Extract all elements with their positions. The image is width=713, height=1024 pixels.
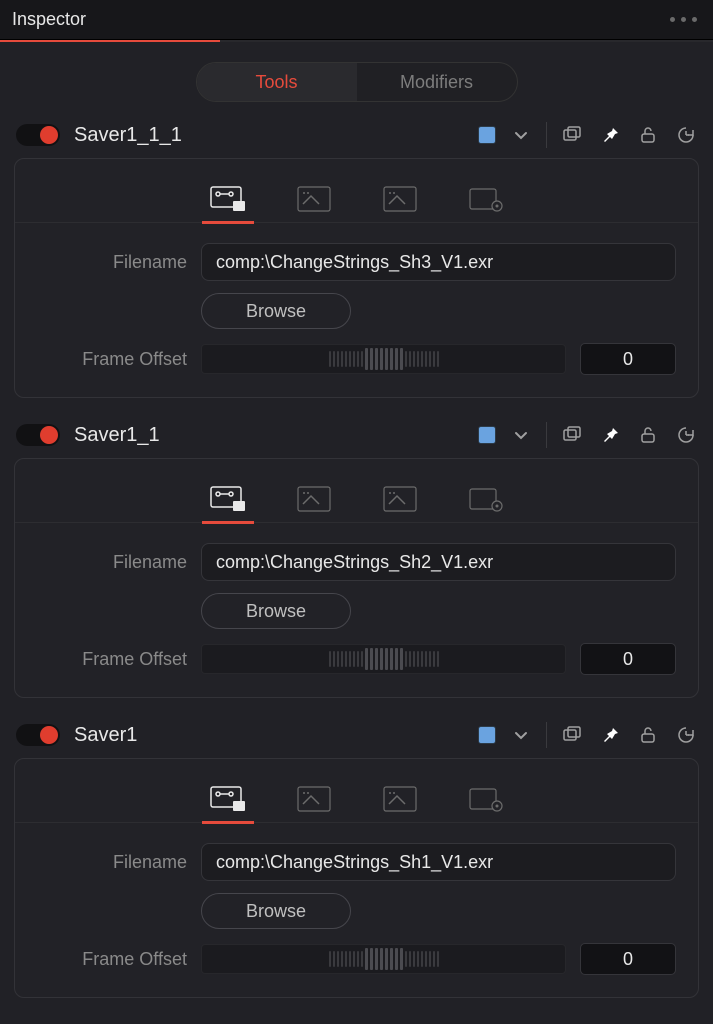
reset-icon[interactable] (673, 122, 699, 148)
frame-offset-label: Frame Offset (37, 649, 187, 670)
frame-offset-input[interactable] (580, 343, 676, 375)
subtab-audio-icon[interactable] (288, 175, 340, 223)
node-name[interactable]: Saver1 (74, 724, 464, 747)
pin-icon[interactable] (597, 122, 623, 148)
frame-offset-label: Frame Offset (37, 349, 187, 370)
browse-button[interactable]: Browse (201, 893, 351, 929)
browse-button[interactable]: Browse (201, 293, 351, 329)
tab-modifiers[interactable]: Modifiers (357, 63, 517, 101)
subtab-audio-icon[interactable] (288, 475, 340, 523)
subtab-export-icon[interactable] (374, 775, 426, 823)
subtab-settings-icon[interactable] (460, 175, 512, 223)
node-saver1_1: Saver1_1 Filename Browse Frame Offset (0, 412, 713, 712)
frame-offset-thumbwheel[interactable] (201, 944, 566, 974)
subtab-file-icon[interactable] (202, 775, 254, 823)
panel-options-button[interactable] (670, 17, 697, 22)
node-saver1: Saver1 Filename Browse Frame Offset (0, 712, 713, 1012)
frame-offset-thumbwheel[interactable] (201, 644, 566, 674)
reset-icon[interactable] (673, 422, 699, 448)
lock-icon[interactable] (635, 722, 661, 748)
frame-offset-label: Frame Offset (37, 949, 187, 970)
frame-offset-input[interactable] (580, 943, 676, 975)
tile-color-chip[interactable] (478, 726, 496, 744)
subtab-settings-icon[interactable] (460, 475, 512, 523)
versions-icon[interactable] (559, 722, 585, 748)
node-saver1_1_1: Saver1_1_1 (0, 112, 713, 412)
tile-color-chip[interactable] (478, 426, 496, 444)
separator (546, 122, 547, 148)
versions-icon[interactable] (559, 122, 585, 148)
pin-icon[interactable] (597, 422, 623, 448)
node-name[interactable]: Saver1_1_1 (74, 124, 464, 147)
panel-title: Inspector (12, 9, 86, 30)
frame-offset-thumbwheel[interactable] (201, 344, 566, 374)
subtab-file-icon[interactable] (202, 175, 254, 223)
browse-button[interactable]: Browse (201, 593, 351, 629)
subtab-export-icon[interactable] (374, 175, 426, 223)
inspector-subtabs (15, 459, 698, 523)
pin-icon[interactable] (597, 722, 623, 748)
enable-toggle[interactable] (16, 424, 60, 446)
enable-toggle[interactable] (16, 124, 60, 146)
filename-label: Filename (37, 252, 187, 273)
panel-titlebar: Inspector (0, 0, 713, 40)
versions-icon[interactable] (559, 422, 585, 448)
subtab-file-icon[interactable] (202, 475, 254, 523)
lock-icon[interactable] (635, 422, 661, 448)
tab-tools[interactable]: Tools (197, 63, 357, 101)
lock-icon[interactable] (635, 122, 661, 148)
chevron-down-icon[interactable] (508, 722, 534, 748)
chevron-down-icon[interactable] (508, 422, 534, 448)
subtab-export-icon[interactable] (374, 475, 426, 523)
filename-input[interactable] (201, 543, 676, 581)
separator (546, 722, 547, 748)
filename-label: Filename (37, 552, 187, 573)
subtab-audio-icon[interactable] (288, 775, 340, 823)
separator (546, 422, 547, 448)
subtab-settings-icon[interactable] (460, 775, 512, 823)
node-name[interactable]: Saver1_1 (74, 424, 464, 447)
reset-icon[interactable] (673, 722, 699, 748)
inspector-subtabs (15, 159, 698, 223)
filename-input[interactable] (201, 243, 676, 281)
inspector-subtabs (15, 759, 698, 823)
frame-offset-input[interactable] (580, 643, 676, 675)
inspector-mode-tabs: Tools Modifiers (0, 42, 713, 112)
filename-input[interactable] (201, 843, 676, 881)
chevron-down-icon[interactable] (508, 122, 534, 148)
tile-color-chip[interactable] (478, 126, 496, 144)
filename-label: Filename (37, 852, 187, 873)
enable-toggle[interactable] (16, 724, 60, 746)
